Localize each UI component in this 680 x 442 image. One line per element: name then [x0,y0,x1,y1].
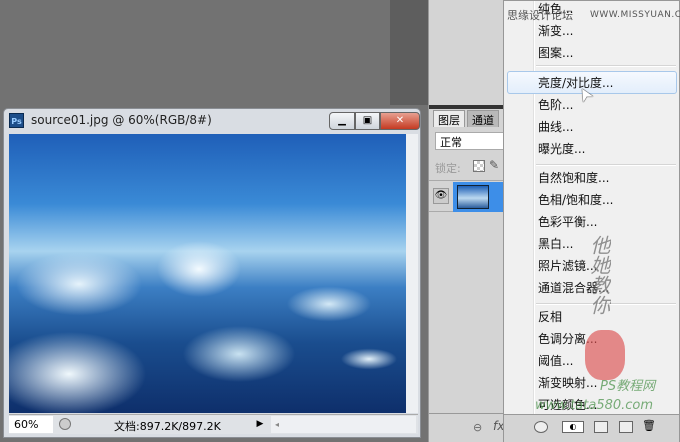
seal-stamp [585,330,625,380]
tab-layers[interactable]: 图层 [433,110,465,127]
menu-item-vibrance[interactable]: 自然饱和度... [538,168,609,188]
menu-item-gradient[interactable]: 渐变... [538,21,573,41]
title-bar[interactable]: Ps source01.jpg @ 60%(RGB/8#) ▁ ▣ ✕ [4,109,420,133]
menu-item-invert[interactable]: 反相 [538,307,562,327]
watermark-url: WWW.MISSYUAN.COM [590,10,680,20]
menu-item-exposure[interactable]: 曝光度... [538,139,585,159]
mask-icon[interactable] [534,421,548,433]
tab-channels[interactable]: 通道 [467,110,499,127]
watermark-forum: 思缘设计论坛 [507,9,573,22]
watermark-site-cn: PS教程网 [600,379,656,394]
zoom-field[interactable]: 60% [9,416,53,433]
document-window: Ps source01.jpg @ 60%(RGB/8#) ▁ ▣ ✕ 60% … [3,108,421,438]
link-icon[interactable]: ⊖ [473,421,482,434]
blend-mode-select[interactable]: 正常 [435,132,505,150]
photoshop-icon: Ps [9,113,24,128]
horizontal-scrollbar[interactable]: ◂ [271,416,416,433]
vertical-scrollbar[interactable] [406,134,418,413]
maximize-button[interactable]: ▣ [355,112,380,130]
workspace-strip [390,0,430,105]
status-menu-arrow-icon[interactable]: ▶ [254,416,266,433]
brush-icon[interactable]: ✎ [489,158,499,172]
status-bar: 60% 文档:897.2K/897.2K ▶ ◂ [9,414,418,434]
layer-thumbnail [457,185,489,209]
minimize-button[interactable]: ▁ [329,112,355,130]
menu-item-hue-saturation[interactable]: 色相/饱和度... [538,190,614,210]
new-layer-icon[interactable] [619,421,633,433]
menu-item-pattern[interactable]: 图案... [538,43,573,63]
document-title: source01.jpg @ 60%(RGB/8#) [31,113,212,127]
adjustment-layer-icon[interactable]: ◐ [562,421,584,433]
layers-panel: 图层 通道 正常 锁定: ✎ 👁 ⊖ fx [428,0,505,442]
image-canvas[interactable] [9,134,406,413]
trash-icon[interactable]: 🗑 [642,420,656,433]
doc-size: 文档:897.2K/897.2K [114,420,221,433]
panel-bottom-toolbar: ◐ 🗑 [504,414,679,442]
watermark-signature: 他她教你 [587,235,611,315]
watermark-site: www.tata580.com [535,398,654,413]
panel-bottom-bar: ⊖ fx [429,413,505,442]
menu-item-levels[interactable]: 色阶... [538,95,573,115]
menu-item-gradient-map[interactable]: 渐变映射... [538,373,597,393]
close-button[interactable]: ✕ [380,112,420,130]
menu-item-black-white[interactable]: 黑白... [538,234,573,254]
menu-item-threshold[interactable]: 阈值... [538,351,573,371]
group-icon[interactable] [594,421,608,433]
eye-icon[interactable]: 👁 [433,188,449,204]
zoom-icon[interactable] [59,418,71,430]
lock-label: 锁定: [435,162,461,175]
lock-transparency-icon[interactable] [473,160,485,172]
menu-item-curves[interactable]: 曲线... [538,117,573,137]
menu-item-color-balance[interactable]: 色彩平衡... [538,212,597,232]
layer-row[interactable]: 👁 [429,180,505,212]
